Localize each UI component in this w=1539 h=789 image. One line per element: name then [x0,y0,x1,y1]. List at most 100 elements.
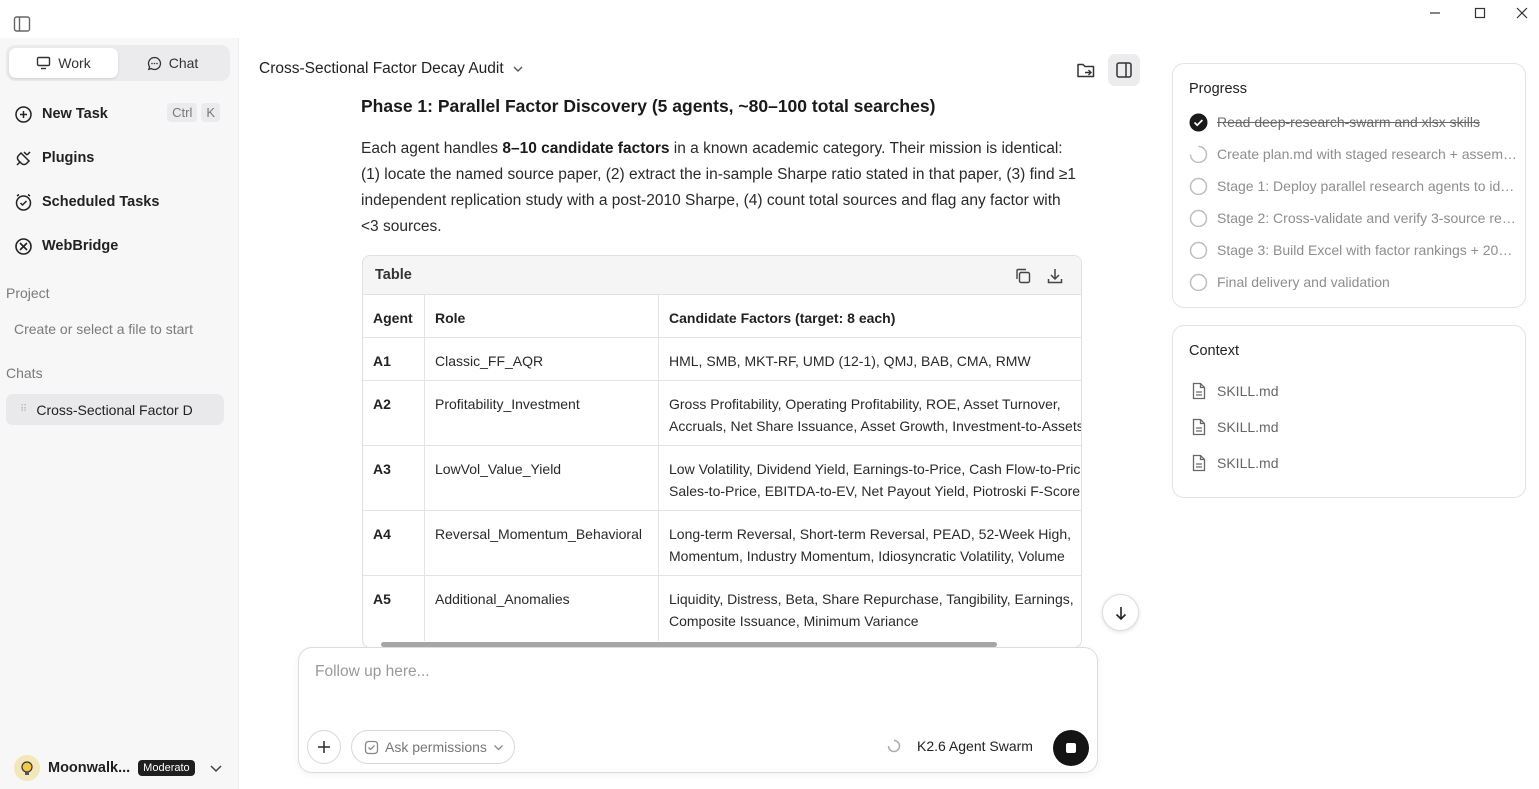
tab-chat[interactable]: Chat [118,48,227,78]
col-header-factors: Candidate Factors (target: 8 each) [669,310,896,326]
open-folder-button[interactable] [1070,54,1102,86]
message-content: Phase 1: Parallel Factor Discovery (5 ag… [361,94,1083,240]
table-row: A1 Classic_FF_AQR HML, SMB, MKT-RF, UMD … [363,338,1081,381]
project-hint: Create or select a file to start [14,321,193,337]
progress-step-label: Stage 1: Deploy parallel research agents… [1217,178,1519,194]
loading-spinner-icon [1189,145,1208,164]
chat-item-label: Cross-Sectional Factor D [36,401,193,418]
permissions-dropdown[interactable]: Ask permissions [351,730,515,764]
role-cell: Profitability_Investment [425,381,659,445]
copy-icon[interactable] [1013,266,1033,286]
progress-step: Create plan.md with staged research + as… [1189,144,1519,164]
progress-step: Final delivery and validation [1189,272,1519,292]
empty-circle-icon [1189,209,1208,228]
agents-table-card: Table Agent Role Candidate Factors (targ… [362,255,1082,648]
factors-line: HML, SMB, MKT-RF, UMD (12-1), QMJ, BAB, … [669,353,1031,369]
webbridge-button[interactable]: WebBridge [14,234,224,258]
chat-item-active[interactable]: ⠿ Cross-Sectional Factor D [6,394,224,425]
check-circle-icon [1189,113,1208,132]
plugins-label: Plugins [42,150,95,166]
file-icon [1191,382,1207,400]
scroll-to-bottom-button[interactable] [1102,594,1139,631]
kbd-k: K [201,103,220,122]
stop-button[interactable] [1053,730,1089,766]
empty-circle-icon [1189,273,1208,292]
toggle-side-panel-button[interactable] [1108,54,1140,86]
factors-cell: Liquidity, Distress, Beta, Share Repurch… [659,576,1081,641]
clock-check-icon [14,193,33,212]
factors-line: Composite Issuance, Minimum Variance [669,613,919,629]
monitor-icon [36,56,51,70]
factors-cell: Low Volatility, Dividend Yield, Earnings… [659,446,1082,510]
table-header-bar: Table [363,256,1081,295]
context-panel: Context SKILL.md SKILL.md SKILL.md [1172,325,1526,498]
progress-panel: Progress Read deep-research-swarm and xl… [1172,63,1526,308]
empty-circle-icon [1189,177,1208,196]
maximize-icon[interactable] [1465,4,1495,22]
user-menu[interactable]: Moonwalk... Moderato [14,754,229,782]
progress-step: Stage 1: Deploy parallel research agents… [1189,176,1519,196]
role-cell: Additional_Anomalies [425,576,659,641]
download-icon[interactable] [1045,266,1065,286]
project-section-label: Project [6,285,50,301]
table-row: A4 Reversal_Momentum_Behavioral Long-ter… [363,511,1081,576]
close-window-icon[interactable] [1507,4,1537,22]
agent-cell: A1 [363,338,425,380]
sidebar-toggle-icon[interactable] [13,15,31,33]
progress-step-label: Stage 2: Cross-validate and verify 3-sou… [1217,210,1519,226]
progress-step-label: Read deep-research-swarm and xlsx skills [1217,114,1480,130]
progress-step: Read deep-research-swarm and xlsx skills [1189,112,1519,132]
progress-title: Progress [1189,81,1248,97]
chevron-down-icon[interactable] [209,761,223,775]
context-file-label: SKILL.md [1217,383,1279,399]
chevron-down-icon [493,742,504,753]
progress-step-label: Stage 3: Build Excel with factor ranking… [1217,242,1519,258]
phase-description: Each agent handles 8–10 candidate factor… [361,136,1081,240]
plus-circle-icon [14,105,33,124]
context-file[interactable]: SKILL.md [1191,454,1278,472]
context-file[interactable]: SKILL.md [1191,382,1278,400]
task-title: Cross-Sectional Factor Decay Audit [259,60,504,77]
empty-circle-icon [1189,241,1208,260]
scheduled-tasks-button[interactable]: Scheduled Tasks [14,190,224,214]
table-header-row: Agent Role Candidate Factors (target: 8 … [363,295,1081,338]
arrow-down-icon [1113,605,1129,621]
composer: Follow up here... Ask permissions K2.6 A… [298,647,1098,773]
new-task-button[interactable]: New Task Ctrl K [14,102,224,126]
factors-line: Sales-to-Price, EBITDA-to-EV, Net Payout… [669,483,1081,499]
shield-check-icon [364,740,379,755]
folder-export-icon [1076,61,1096,79]
factors-line: Gross Profitability, Operating Profitabi… [669,396,1061,412]
context-file-label: SKILL.md [1217,419,1279,435]
panel-right-icon [1115,61,1133,79]
scheduled-tasks-label: Scheduled Tasks [42,194,160,210]
permissions-label: Ask permissions [385,739,487,755]
progress-step: Stage 3: Build Excel with factor ranking… [1189,240,1519,260]
user-name: Moonwalk... [48,760,131,776]
para-part-1: Each agent handles [361,140,503,157]
factors-cell: HML, SMB, MKT-RF, UMD (12-1), QMJ, BAB, … [659,338,1081,380]
tab-work[interactable]: Work [9,48,118,78]
factors-line: Low Volatility, Dividend Yield, Earnings… [669,461,1082,477]
follow-up-input[interactable]: Follow up here... [315,663,430,681]
drag-handle-icon[interactable]: ⠿ [20,404,27,415]
sidebar: Work Chat New Task Ctrl K Plugins Schedu… [0,38,239,789]
add-attachment-button[interactable] [307,730,341,764]
model-label: K2.6 Agent Swarm [917,738,1033,754]
task-title-dropdown[interactable]: Cross-Sectional Factor Decay Audit [259,60,524,78]
para-bold: 8–10 candidate factors [502,140,670,157]
context-file-label: SKILL.md [1217,455,1279,471]
file-icon [1191,418,1207,436]
model-selector[interactable]: K2.6 Agent Swarm [887,738,1033,754]
factors-line: Long-term Reversal, Short-term Reversal,… [669,526,1071,542]
minimize-icon[interactable] [1420,4,1450,22]
table-row: A3 LowVol_Value_Yield Low Volatility, Di… [363,446,1082,511]
webbridge-icon [14,237,33,256]
agent-cell: A3 [363,446,425,510]
file-icon [1191,454,1207,472]
webbridge-label: WebBridge [42,238,119,254]
factors-cell: Gross Profitability, Operating Profitabi… [659,381,1081,445]
chat-bubble-icon [147,56,162,71]
plugins-button[interactable]: Plugins [14,146,224,170]
context-file[interactable]: SKILL.md [1191,418,1278,436]
